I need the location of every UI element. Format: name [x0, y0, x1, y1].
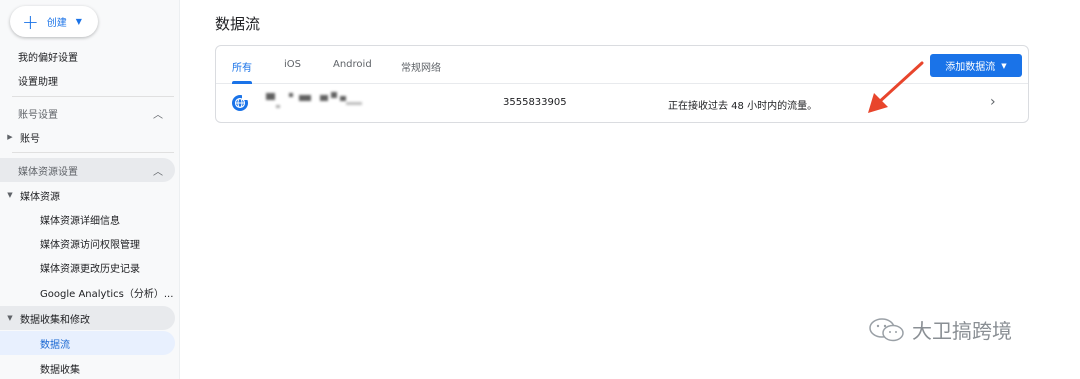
sidebar-item-data-collection-modification[interactable]: ▼ 数据收集和修改	[0, 306, 175, 330]
add-stream-button[interactable]: 添加数据流 ▼	[930, 54, 1022, 77]
sidebar-item-preferences[interactable]: 我的偏好设置	[0, 48, 175, 64]
divider	[12, 152, 174, 153]
plus-icon: +	[22, 9, 39, 34]
sidebar-item-property-history[interactable]: 媒体资源更改历史记录	[0, 258, 175, 276]
sidebar-item-property[interactable]: ▼ 媒体资源	[0, 186, 175, 204]
sidebar-item-label: 数据收集和修改	[20, 314, 90, 326]
sidebar-section-property-settings[interactable]: 媒体资源设置 ︿	[0, 158, 175, 182]
sidebar-item-google-analytics[interactable]: Google Analytics（分析）...	[0, 283, 175, 301]
divider	[12, 96, 174, 97]
caret-down-icon: ▼	[7, 314, 13, 322]
sidebar-item-label: 设置助理	[18, 76, 58, 88]
sidebar-item-account[interactable]: ▶ 账号	[0, 128, 175, 146]
sidebar-item-label: 媒体资源详细信息	[40, 215, 120, 227]
sidebar-item-data-collection[interactable]: 数据收集	[0, 359, 175, 377]
create-button-label: 创建	[46, 18, 67, 29]
stream-id: 3555833905	[503, 97, 567, 108]
add-stream-button-label: 添加数据流	[945, 62, 996, 73]
sidebar-item-property-details[interactable]: 媒体资源详细信息	[0, 210, 175, 228]
sidebar-section-label: 媒体资源设置	[18, 166, 78, 178]
sidebar: + 创建 ▼ 我的偏好设置 设置助理 账号设置 ︿ ▶ 账号 媒体资源设置 ︿ …	[0, 0, 180, 379]
create-button[interactable]: + 创建 ▼	[10, 6, 98, 37]
watermark-text: 大卫搞跨境	[912, 319, 1012, 343]
sidebar-item-property-access[interactable]: 媒体资源访问权限管理	[0, 234, 175, 252]
tab-android[interactable]: Android	[333, 59, 372, 70]
sidebar-item-label: Google Analytics（分析）...	[40, 288, 174, 300]
page-title: 数据流	[215, 15, 261, 33]
caret-down-icon: ▼	[7, 191, 13, 199]
wechat-icon	[869, 317, 904, 341]
chevron-up-icon: ︿	[153, 166, 163, 178]
sidebar-item-label: 数据流	[40, 339, 70, 351]
sidebar-item-label: 我的偏好设置	[18, 52, 78, 64]
tab-all[interactable]: 所有	[232, 59, 252, 74]
sidebar-item-label: 媒体资源	[20, 191, 60, 203]
sidebar-section-label: 账号设置	[18, 109, 58, 121]
watermark: 大卫搞跨境	[868, 315, 1012, 344]
stream-status: 正在接收过去 48 小时内的流量。	[668, 101, 818, 112]
web-stream-icon	[232, 95, 248, 111]
sidebar-item-setup-assistant[interactable]: 设置助理	[0, 72, 175, 88]
caret-right-icon: ▶	[7, 133, 13, 141]
annotation-arrow-icon	[868, 61, 924, 113]
tab-web[interactable]: 常规网络	[401, 59, 441, 74]
caret-down-icon: ▼	[1001, 61, 1007, 70]
sidebar-item-label: 数据收集	[40, 364, 80, 376]
tab-ios[interactable]: iOS	[284, 59, 301, 70]
sidebar-section-account-settings[interactable]: 账号设置 ︿	[0, 104, 175, 122]
sidebar-item-data-streams[interactable]: 数据流	[0, 331, 175, 355]
sidebar-item-label: 账号	[20, 133, 40, 145]
chevron-up-icon: ︿	[153, 109, 163, 121]
caret-down-icon: ▼	[75, 17, 82, 26]
sidebar-item-label: 媒体资源访问权限管理	[40, 239, 140, 251]
sidebar-item-label: 媒体资源更改历史记录	[40, 263, 140, 275]
chevron-right-icon[interactable]: ›	[990, 94, 996, 110]
